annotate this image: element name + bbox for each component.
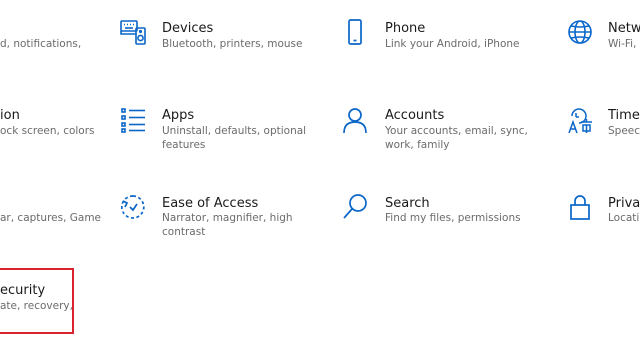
phone-icon (341, 18, 369, 46)
tile-accounts-title: Accounts (385, 108, 445, 123)
tile-personalization-title: ion (0, 108, 20, 123)
tile-time-language-title: Time & (608, 108, 640, 123)
globe-icon (566, 18, 594, 46)
tile-apps-desc-line2: features (162, 138, 206, 151)
tile-privacy-title: Privacy (608, 196, 640, 211)
tile-privacy-desc: Location (608, 212, 640, 224)
selection-highlight-box (0, 268, 74, 334)
tile-apps-desc-line1: Uninstall, defaults, optional (162, 125, 307, 137)
tile-gaming-desc: ar, captures, Game (0, 212, 102, 224)
lock-icon (566, 193, 594, 221)
tile-network-title: Netwo (608, 21, 640, 36)
tile-accounts-desc-line1: Your accounts, email, sync, (385, 125, 528, 137)
tile-personalization-desc: ock screen, colors (0, 125, 95, 137)
tile-devices-desc: Bluetooth, printers, mouse (162, 38, 303, 50)
tile-system-desc: d, notifications, (0, 38, 82, 50)
person-icon (341, 106, 369, 134)
tile-ease-of-access-desc-line1: Narrator, magnifier, high (162, 212, 293, 224)
tile-ease-of-access-desc-line2: contrast (162, 225, 206, 238)
tile-apps-title: Apps (162, 108, 195, 123)
tile-search-title: Search (385, 196, 430, 211)
tile-time-language-desc: Speech (608, 125, 640, 137)
ease-of-access-icon (119, 193, 147, 221)
apps-list-icon (119, 106, 147, 134)
tile-accounts-desc-line2: work, family (385, 138, 450, 151)
tile-devices-title: Devices (162, 21, 214, 36)
language-icon (566, 106, 594, 134)
keyboard-speaker-icon (119, 18, 147, 46)
tile-network-desc: Wi-Fi, a (608, 38, 640, 50)
tile-search-desc: Find my files, permissions (385, 212, 521, 224)
tile-phone-title: Phone (385, 21, 426, 36)
tile-ease-of-access-title: Ease of Access (162, 196, 259, 211)
search-icon (341, 193, 369, 221)
tile-phone-desc: Link your Android, iPhone (385, 38, 520, 50)
